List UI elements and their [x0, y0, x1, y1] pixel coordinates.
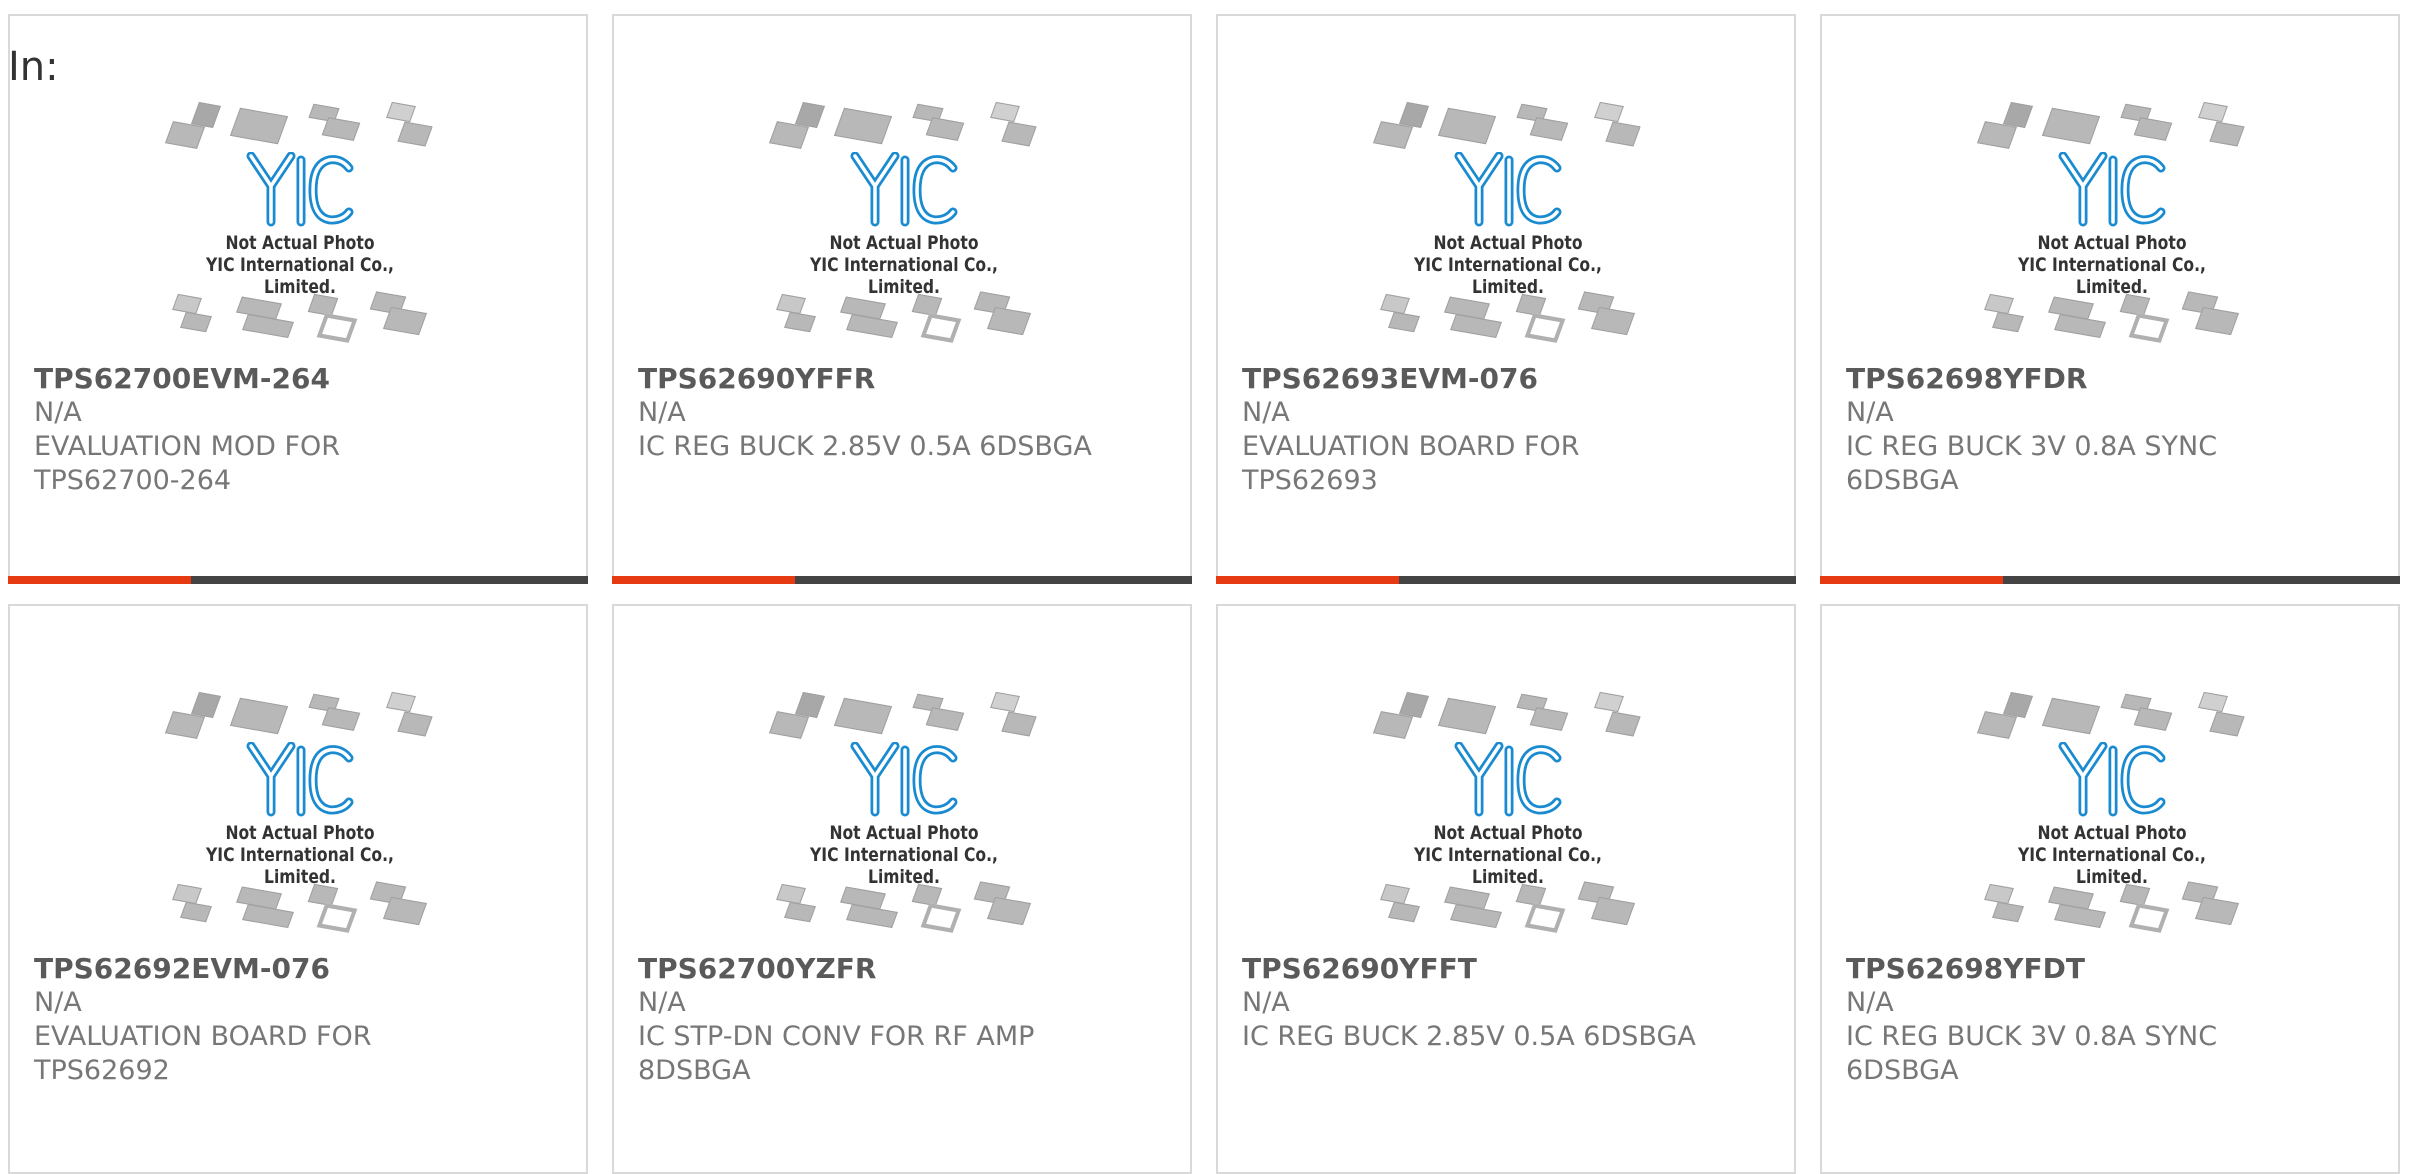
product-image[interactable]: Not Actual Photo YIC International Co., …	[1976, 691, 2247, 942]
part-number-link[interactable]: TPS62690YFFR	[638, 362, 1168, 396]
product-description-cont: TPS62693	[1242, 465, 1378, 496]
card-accent-bar	[8, 576, 588, 584]
yic-logo-icon	[850, 152, 958, 227]
part-number-link[interactable]: TPS62700EVM-264	[34, 362, 564, 396]
chip-cluster-bottom	[769, 880, 1039, 933]
product-card[interactable]: Not Actual Photo YIC International Co., …	[8, 604, 588, 1174]
image-caption-line1: Not Actual Photo	[1433, 822, 1583, 844]
product-card[interactable]: Not Actual Photo YIC International Co., …	[612, 604, 1192, 1174]
product-info: TPS62692EVM-076 N/A EVALUATION BOARD FOR…	[34, 952, 564, 1088]
product-card[interactable]: Not Actual Photo YIC International Co., …	[1216, 604, 1796, 1174]
product-description-cont: 8DSBGA	[638, 1055, 751, 1086]
section-label: In:	[8, 44, 59, 90]
product-info: TPS62690YFFT N/A IC REG BUCK 2.85V 0.5A …	[1242, 952, 1772, 1054]
product-description: EVALUATION BOARD FOR	[34, 1021, 372, 1052]
yic-logo-icon	[246, 152, 354, 227]
part-number-link[interactable]: TPS62690YFFT	[1242, 952, 1772, 986]
chip-cluster-bottom	[1977, 880, 2247, 933]
chip-cluster-bottom	[1977, 290, 2247, 343]
product-card[interactable]: Not Actual Photo YIC International Co., …	[1820, 14, 2400, 584]
product-info: TPS62698YFDT N/A IC REG BUCK 3V 0.8A SYN…	[1846, 952, 2376, 1088]
product-card[interactable]: Not Actual Photo YIC International Co., …	[1216, 14, 1796, 584]
image-caption-line1: Not Actual Photo	[225, 232, 375, 254]
stock-status: N/A	[1846, 987, 1894, 1018]
image-caption-line1: Not Actual Photo	[829, 232, 979, 254]
product-card[interactable]: Not Actual Photo YIC International Co., …	[612, 14, 1192, 584]
stock-status: N/A	[638, 397, 686, 428]
chip-cluster-top	[1372, 101, 1643, 152]
product-image[interactable]: Not Actual Photo YIC International Co., …	[768, 691, 1039, 942]
product-image[interactable]: Not Actual Photo YIC International Co., …	[768, 101, 1039, 352]
product-description-cont: TPS62692	[34, 1055, 170, 1086]
stock-status: N/A	[638, 987, 686, 1018]
chip-cluster-top	[768, 101, 1039, 152]
part-number-link[interactable]: TPS62700YZFR	[638, 952, 1168, 986]
stock-status: N/A	[1242, 397, 1290, 428]
chip-cluster-top	[164, 101, 435, 152]
chip-cluster-top	[768, 691, 1039, 742]
part-number-link[interactable]: TPS62698YFDR	[1846, 362, 2376, 396]
stock-status: N/A	[34, 987, 82, 1018]
product-card[interactable]: Not Actual Photo YIC International Co., …	[1820, 604, 2400, 1174]
chip-cluster-bottom	[1373, 880, 1643, 933]
product-description: IC REG BUCK 2.85V 0.5A 6DSBGA	[638, 431, 1092, 462]
product-info: TPS62700EVM-264 N/A EVALUATION MOD FOR T…	[34, 362, 564, 498]
yic-logo-icon	[246, 742, 354, 817]
card-accent-bar-highlight	[612, 576, 795, 584]
yic-logo-icon	[1454, 152, 1562, 227]
chip-cluster-bottom	[165, 290, 435, 343]
product-card[interactable]: Not Actual Photo YIC International Co., …	[8, 14, 588, 584]
image-caption-line1: Not Actual Photo	[1433, 232, 1583, 254]
product-info: TPS62700YZFR N/A IC STP-DN CONV FOR RF A…	[638, 952, 1168, 1088]
stock-status: N/A	[1242, 987, 1290, 1018]
product-description: IC STP-DN CONV FOR RF AMP	[638, 1021, 1035, 1052]
chip-cluster-top	[1372, 691, 1643, 742]
card-accent-bar	[1216, 576, 1796, 584]
chip-cluster-bottom	[165, 880, 435, 933]
product-description-cont: 6DSBGA	[1846, 465, 1959, 496]
stock-status: N/A	[1846, 397, 1894, 428]
product-description: EVALUATION BOARD FOR	[1242, 431, 1580, 462]
product-description-cont: 6DSBGA	[1846, 1055, 1959, 1086]
product-info: TPS62690YFFR N/A IC REG BUCK 2.85V 0.5A …	[638, 362, 1168, 464]
product-image[interactable]: Not Actual Photo YIC International Co., …	[1372, 691, 1643, 942]
product-description-cont: TPS62700-264	[34, 465, 232, 496]
part-number-link[interactable]: TPS62698YFDT	[1846, 952, 2376, 986]
image-caption-line1: Not Actual Photo	[2037, 232, 2187, 254]
product-description: IC REG BUCK 3V 0.8A SYNC	[1846, 1021, 2218, 1052]
product-info: TPS62698YFDR N/A IC REG BUCK 3V 0.8A SYN…	[1846, 362, 2376, 498]
image-caption-line1: Not Actual Photo	[2037, 822, 2187, 844]
chip-cluster-bottom	[1373, 290, 1643, 343]
product-info: TPS62693EVM-076 N/A EVALUATION BOARD FOR…	[1242, 362, 1772, 498]
card-accent-bar-highlight	[1216, 576, 1399, 584]
product-image[interactable]: Not Actual Photo YIC International Co., …	[164, 691, 435, 942]
yic-logo-icon	[850, 742, 958, 817]
product-description: IC REG BUCK 2.85V 0.5A 6DSBGA	[1242, 1021, 1696, 1052]
card-accent-bar	[1820, 576, 2400, 584]
chip-cluster-top	[1976, 101, 2247, 152]
product-grid: Not Actual Photo YIC International Co., …	[8, 14, 2400, 1174]
card-accent-bar	[612, 576, 1192, 584]
image-caption-line1: Not Actual Photo	[829, 822, 979, 844]
chip-cluster-top	[1976, 691, 2247, 742]
yic-logo-icon	[2058, 152, 2166, 227]
chip-cluster-bottom	[769, 290, 1039, 343]
product-image[interactable]: Not Actual Photo YIC International Co., …	[164, 101, 435, 352]
product-image[interactable]: Not Actual Photo YIC International Co., …	[1976, 101, 2247, 352]
yic-logo-icon	[1454, 742, 1562, 817]
card-accent-bar-highlight	[1820, 576, 2003, 584]
stock-status: N/A	[34, 397, 82, 428]
image-caption-line1: Not Actual Photo	[225, 822, 375, 844]
yic-logo-icon	[2058, 742, 2166, 817]
product-image[interactable]: Not Actual Photo YIC International Co., …	[1372, 101, 1643, 352]
product-description: IC REG BUCK 3V 0.8A SYNC	[1846, 431, 2218, 462]
part-number-link[interactable]: TPS62692EVM-076	[34, 952, 564, 986]
product-description: EVALUATION MOD FOR	[34, 431, 341, 462]
part-number-link[interactable]: TPS62693EVM-076	[1242, 362, 1772, 396]
card-accent-bar-highlight	[8, 576, 191, 584]
chip-cluster-top	[164, 691, 435, 742]
